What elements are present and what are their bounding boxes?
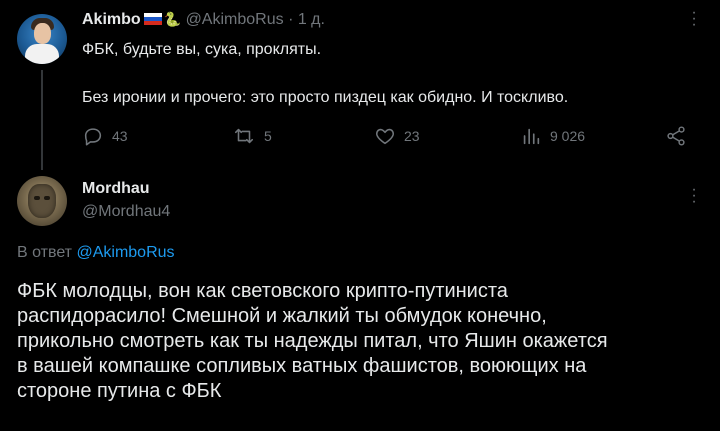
author-name[interactable]: Akimbo: [82, 11, 141, 28]
author-avatar[interactable]: [17, 14, 67, 64]
heart-icon: [376, 128, 394, 145]
tweet-text-line1: ФБК, будьте вы, сука, прокляты.: [82, 41, 322, 58]
avatar-eye: [34, 196, 40, 200]
views-icon: [523, 128, 540, 145]
retweet-button[interactable]: 5: [232, 125, 272, 147]
reply-prefix: В ответ: [17, 244, 73, 261]
tweet-header: Akimbo 🐍 @AkimboRus · 1 д.: [82, 11, 325, 29]
reply-button[interactable]: 43: [82, 125, 128, 147]
avatar-eye: [44, 196, 50, 200]
retweet-count: 5: [264, 128, 272, 144]
share-button[interactable]: [665, 125, 687, 147]
tweet-body: ФБК молодцы, вон как световского крипто-…: [17, 279, 707, 404]
like-button[interactable]: 23: [374, 125, 420, 147]
retweet-icon: [234, 128, 254, 144]
avatar-face: [34, 23, 51, 44]
tweet-body-line: распидорасило! Смешной и жалкий ты обмуд…: [17, 305, 547, 327]
tweet-body-line: стороне путина с ФБК: [17, 380, 222, 402]
tweet-body-line: ФБК молодцы, вон как световского крипто-…: [17, 280, 508, 302]
reply-context: В ответ @AkimboRus: [17, 244, 175, 262]
share-icon: [667, 126, 685, 146]
tweet-body-line: в вашей компашке сопливых ватных фашисто…: [17, 355, 587, 377]
author-handle[interactable]: @AkimboRus: [186, 11, 284, 28]
reply-icon: [84, 128, 102, 146]
views-count: 9 026: [550, 128, 586, 144]
tweet-time[interactable]: · 1 д.: [288, 11, 325, 28]
author-avatar[interactable]: [17, 176, 67, 226]
more-icon[interactable]: · · ·: [689, 182, 699, 210]
tweet-body-line: прикольно смотреть как ты надежды питал,…: [17, 330, 608, 352]
tweet-text-line2: Без иронии и прочего: это просто пиздец …: [82, 89, 569, 106]
russia-flag-icon: [143, 13, 162, 25]
author-name[interactable]: Mordhau: [82, 180, 150, 198]
reply-count: 43: [112, 128, 128, 144]
thread-line: [41, 70, 43, 170]
views-button[interactable]: 9 026: [520, 125, 585, 147]
like-count: 23: [404, 128, 420, 144]
reply-to-link[interactable]: @AkimboRus: [76, 244, 174, 261]
avatar-shirt: [25, 44, 59, 64]
avatar-mask: [28, 184, 56, 218]
more-icon[interactable]: · · ·: [689, 5, 699, 33]
author-handle[interactable]: @Mordhau4: [82, 203, 170, 221]
snake-icon: 🐍: [163, 11, 182, 27]
